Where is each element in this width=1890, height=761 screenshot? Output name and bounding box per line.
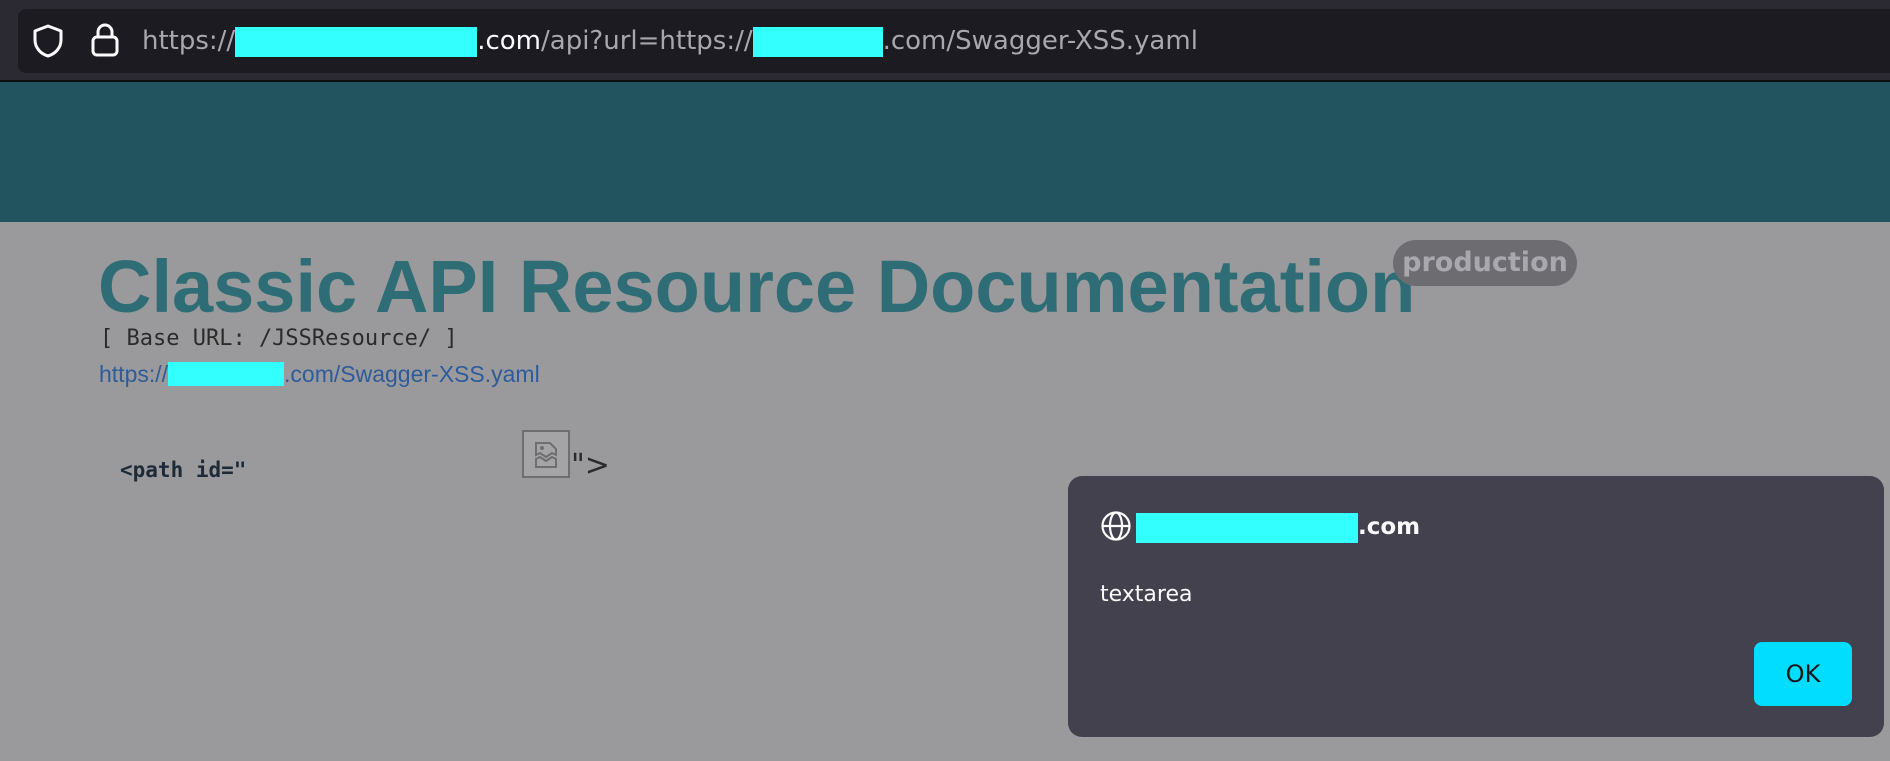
redaction-block — [168, 362, 285, 387]
alert-dialog: .com textarea OK — [1068, 476, 1884, 737]
url-tail: .com/Swagger-XSS.yaml — [882, 26, 1198, 56]
dialog-message: textarea — [1100, 582, 1193, 607]
url-prefix: https:// — [142, 26, 236, 56]
lock-icon[interactable] — [90, 22, 120, 58]
url-host-suffix: .com — [477, 26, 541, 56]
redaction-block — [235, 26, 478, 57]
browser-toolbar: https:// .com/api?url=https:// .com/Swagge… — [0, 0, 1890, 82]
page-title: Classic API Resource Documentation — [98, 245, 1416, 328]
page-header-band — [0, 82, 1890, 222]
injected-code-text: <path id=" — [120, 458, 247, 482]
dialog-origin-suffix: .com — [1358, 514, 1421, 540]
globe-icon — [1101, 511, 1131, 541]
base-url-text: [ Base URL: /JSSResource/ ] — [100, 326, 458, 351]
shield-icon[interactable] — [32, 24, 64, 58]
injected-closer-text: "> — [571, 448, 610, 483]
url-text[interactable]: https:// .com/api?url=https:// .com/Swagge… — [142, 24, 1198, 58]
redaction-block — [752, 26, 883, 57]
broken-image-icon — [522, 430, 570, 478]
dialog-origin: .com — [1136, 512, 1420, 543]
version-badge: production — [1393, 240, 1577, 286]
ok-button[interactable]: OK — [1754, 642, 1852, 706]
spec-url-link[interactable]: https:// .com/Swagger-XSS.yaml — [99, 361, 540, 388]
spec-link-prefix: https:// — [99, 361, 169, 387]
url-path: /api?url=https:// — [541, 26, 753, 56]
spec-link-suffix: .com/Swagger-XSS.yaml — [284, 361, 540, 387]
redaction-block — [1136, 512, 1358, 543]
